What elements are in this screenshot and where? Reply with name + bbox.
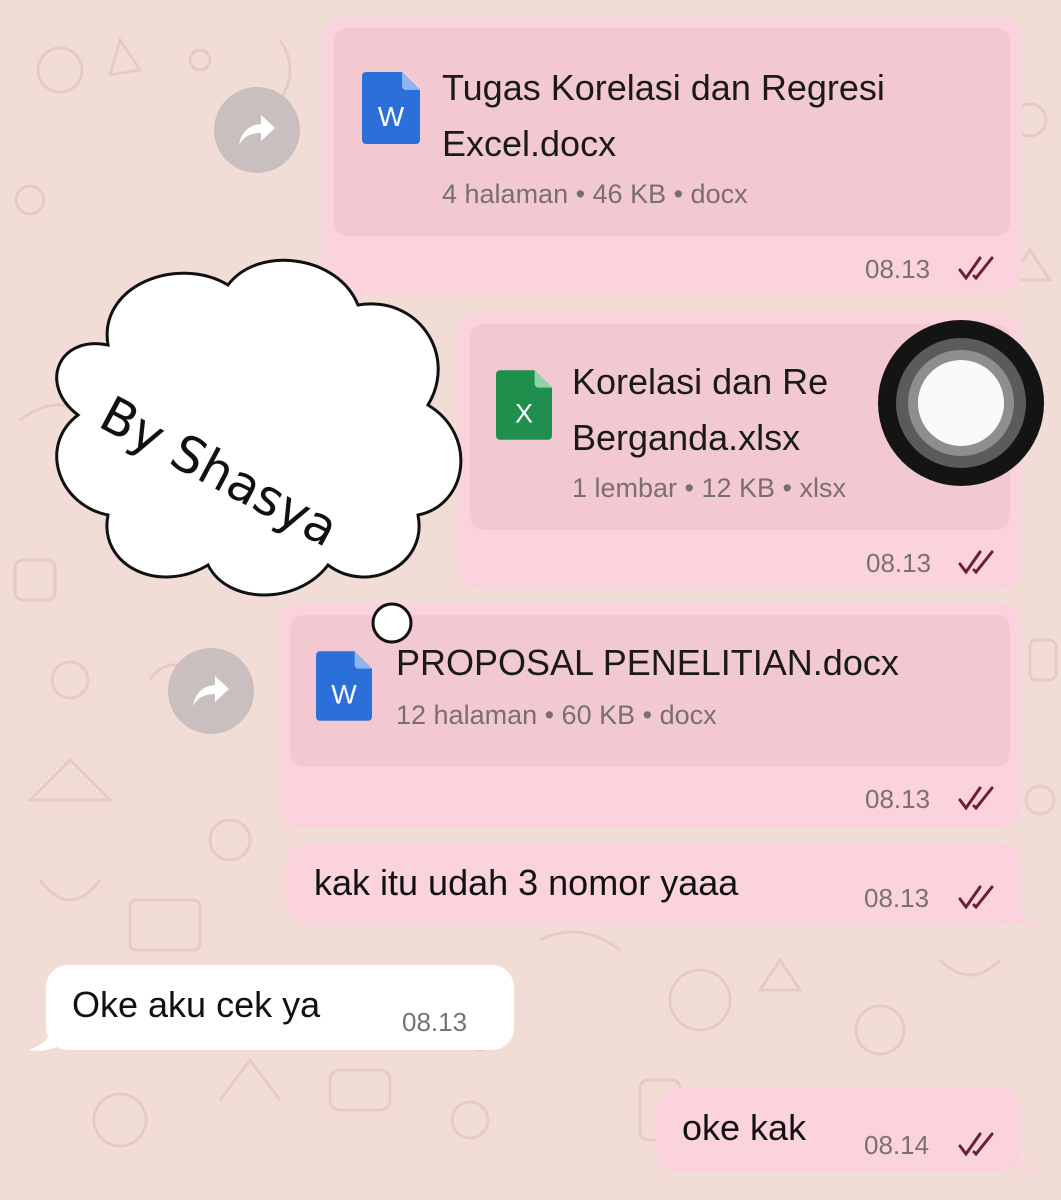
document-meta: 12 halaman • 60 KB • docx [396,700,717,730]
message-text: kak itu udah 3 nomor yaaa [314,862,739,903]
document-meta: 4 halaman • 46 KB • docx [442,179,748,209]
svg-text:W: W [378,101,405,132]
message-time: 08.13 [402,1007,468,1037]
document-file-name: Korelasi dan Re Berganda.xlsx [572,361,829,458]
message-time: 08.13 [865,254,931,284]
forward-arrow-icon [239,115,275,145]
read-receipt-icon [958,550,994,575]
forward-button[interactable] [214,87,300,173]
message-time: 08.13 [865,784,931,814]
document-meta: 1 lembar • 12 KB • xlsx [572,473,847,503]
document-file-name: Tugas Korelasi dan Regresi Excel.docx [442,67,885,164]
assistive-touch-button[interactable] [878,320,1044,486]
message-time: 08.13 [864,883,930,913]
word-doc-icon: W [316,651,372,721]
document-card[interactable]: W Tugas Korelasi dan Regresi Excel.docx … [334,28,1010,236]
svg-text:W: W [331,679,357,709]
read-receipt-icon [958,256,994,281]
svg-text:X: X [515,398,533,428]
read-receipt-icon [958,1132,994,1157]
message-time: 08.13 [866,548,932,578]
bubble-tail-outgoing [1010,1144,1040,1171]
bubble-tail-outgoing [1010,898,1040,925]
forward-arrow-icon [193,676,229,706]
read-receipt-icon [958,885,994,910]
forward-button[interactable] [168,648,254,734]
thought-cloud-watermark [55,258,463,644]
message-bubble-text-incoming[interactable]: Oke aku cek ya 08.13 [46,965,514,1050]
read-receipt-icon [958,786,994,811]
message-bubble-text-outgoing[interactable]: oke kak 08.14 [656,1088,1022,1172]
message-text: Oke aku cek ya [72,984,321,1025]
message-time: 08.14 [864,1130,930,1160]
message-bubble-text-outgoing[interactable]: kak itu udah 3 nomor yaaa 08.13 [286,843,1022,925]
excel-sheet-icon: X [496,370,552,440]
message-text: oke kak [682,1107,807,1148]
word-doc-icon: W [362,72,420,144]
